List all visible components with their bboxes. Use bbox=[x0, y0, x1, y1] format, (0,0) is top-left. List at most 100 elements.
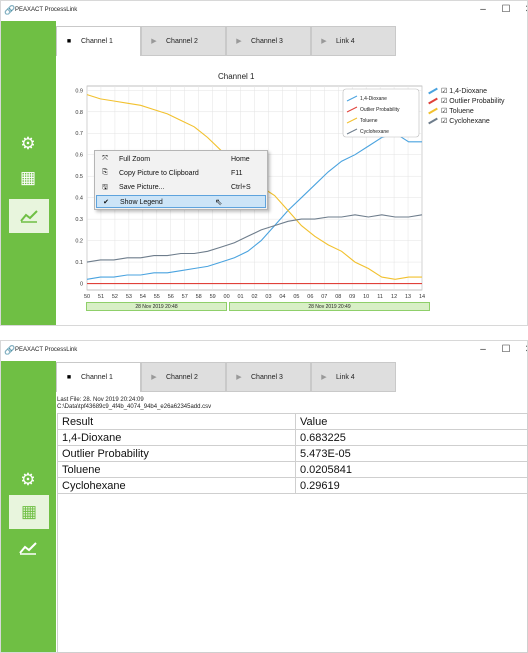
stop-icon: ■ bbox=[66, 38, 72, 45]
menu-item-show-legend[interactable]: ✔ Show Legend ⇖ bbox=[96, 195, 266, 208]
tab-label: Channel 3 bbox=[251, 37, 283, 45]
legend-swatch bbox=[428, 117, 438, 125]
tab-channel-1[interactable]: ■ Channel 1 bbox=[56, 26, 141, 56]
tab-label: Channel 1 bbox=[81, 374, 113, 381]
zoom-icon: ⤧ bbox=[102, 155, 108, 162]
chart-view-button[interactable] bbox=[11, 531, 45, 565]
close-button[interactable]: ✕ bbox=[522, 5, 527, 15]
side-legend-item[interactable]: ☑ Toluene bbox=[428, 106, 505, 116]
y-tick-label: 0 bbox=[80, 282, 83, 288]
legend-swatch bbox=[428, 87, 438, 95]
x-tick-label: 51 bbox=[98, 294, 104, 300]
tab-channel-2[interactable]: ▶ Channel 2 bbox=[141, 26, 226, 56]
menu-item-copy-picture[interactable]: ⎘ Copy Picture to Clipboard F11 bbox=[96, 167, 266, 180]
title-bar: 🔗 PEAXACT ProcessLink – ☐ ✕ bbox=[1, 1, 527, 21]
x-tick-label: 06 bbox=[307, 294, 313, 300]
menu-item-save-picture[interactable]: 🖫 Save Picture... Ctrl+S bbox=[96, 181, 266, 194]
maximize-button[interactable]: ☐ bbox=[499, 5, 513, 15]
legend-label: Outlier Probability bbox=[360, 107, 400, 113]
gear-icon: ⚙ bbox=[20, 134, 36, 153]
tab-channel-3[interactable]: ▶ Channel 3 bbox=[226, 362, 311, 392]
chart-view-button[interactable] bbox=[9, 199, 49, 233]
x-tick-label: 08 bbox=[335, 294, 341, 300]
settings-button[interactable]: ⚙ bbox=[11, 127, 45, 161]
legend-checkbox[interactable]: ☑ bbox=[441, 107, 447, 115]
table-icon: ▦ bbox=[19, 168, 37, 187]
settings-button[interactable]: ⚙ bbox=[11, 463, 45, 497]
menu-item-label: Full Zoom bbox=[119, 156, 151, 163]
y-tick-label: 0.8 bbox=[75, 110, 83, 116]
table-row[interactable]: Outlier Probability 5.473E-05 bbox=[57, 445, 528, 462]
context-menu: ⤧ Full Zoom Home ⎘ Copy Picture to Clipb… bbox=[94, 150, 268, 210]
app-logo-icon: 🔗 bbox=[4, 5, 16, 15]
tab-label: Link 4 bbox=[336, 373, 355, 381]
play-icon: ▶ bbox=[151, 38, 157, 45]
x-tick-label: 10 bbox=[363, 294, 369, 300]
x-tick-label: 11 bbox=[377, 294, 383, 300]
x-tick-label: 56 bbox=[168, 294, 174, 300]
time-segment[interactable]: 28 Nov 2019 20:48 bbox=[86, 302, 227, 311]
tab-link-4[interactable]: ▶ Link 4 bbox=[311, 362, 396, 392]
x-tick-label: 04 bbox=[279, 294, 285, 300]
app-title: PEAXACT ProcessLink bbox=[15, 7, 78, 13]
result-cell: Toluene bbox=[57, 461, 296, 478]
x-tick-label: 12 bbox=[391, 294, 397, 300]
x-tick-label: 00 bbox=[224, 294, 230, 300]
time-navigator[interactable]: 28 Nov 2019 20:48 28 Nov 2019 20:49 bbox=[86, 302, 430, 311]
app-logo-icon: 🔗 bbox=[4, 345, 16, 355]
side-legend-item[interactable]: ☑ Cyclohexane bbox=[428, 116, 505, 126]
menu-item-label: Show Legend bbox=[120, 199, 163, 206]
legend-label: 1,4-Dioxane bbox=[449, 87, 488, 95]
result-cell: Cyclohexane bbox=[57, 477, 296, 494]
menu-item-full-zoom[interactable]: ⤧ Full Zoom Home bbox=[96, 153, 266, 166]
x-tick-label: 09 bbox=[349, 294, 355, 300]
tab-link-4[interactable]: ▶ Link 4 bbox=[311, 26, 396, 56]
menu-item-label: Copy Picture to Clipboard bbox=[119, 170, 199, 177]
column-header-value: Value bbox=[295, 413, 528, 430]
time-segment[interactable]: 28 Nov 2019 20:49 bbox=[229, 302, 430, 311]
legend-checkbox[interactable]: ☑ bbox=[441, 97, 447, 105]
minimize-button[interactable]: – bbox=[476, 345, 490, 355]
maximize-button[interactable]: ☐ bbox=[499, 345, 513, 355]
table-row[interactable]: Cyclohexane 0.29619 bbox=[57, 477, 528, 494]
title-bar: 🔗 PEAXACT ProcessLink – ☐ ✕ bbox=[1, 341, 527, 361]
x-tick-label: 57 bbox=[182, 294, 188, 300]
value-cell: 0.0205841 bbox=[295, 461, 528, 478]
tab-channel-3[interactable]: ▶ Channel 3 bbox=[226, 26, 311, 56]
result-cell: Outlier Probability bbox=[57, 445, 296, 462]
table-empty-area bbox=[57, 493, 528, 653]
table-view-button[interactable]: ▦ bbox=[9, 495, 49, 529]
tab-channel-1[interactable]: ■ Channel 1 bbox=[56, 362, 141, 392]
minimize-button[interactable]: – bbox=[476, 5, 490, 15]
play-icon: ▶ bbox=[321, 374, 327, 381]
menu-item-shortcut: Home bbox=[231, 156, 250, 163]
table-row[interactable]: Toluene 0.0205841 bbox=[57, 461, 528, 478]
close-button[interactable]: ✕ bbox=[522, 345, 527, 355]
tab-channel-2[interactable]: ▶ Channel 2 bbox=[141, 362, 226, 392]
table-view-button[interactable]: ▦ bbox=[11, 161, 45, 195]
result-cell: 1,4-Dioxane bbox=[57, 429, 296, 446]
play-icon: ▶ bbox=[151, 374, 157, 381]
table-row[interactable]: 1,4-Dioxane 0.683225 bbox=[57, 429, 528, 446]
x-tick-label: 54 bbox=[140, 294, 146, 300]
y-tick-label: 0.1 bbox=[75, 260, 83, 266]
column-header-result: Result bbox=[57, 413, 296, 430]
menu-item-label: Save Picture... bbox=[119, 184, 165, 191]
table-header-row: Result Value bbox=[57, 413, 528, 430]
tab-label: Channel 2 bbox=[166, 373, 198, 381]
value-cell: 0.29619 bbox=[295, 477, 528, 494]
side-legend-item[interactable]: ☑ Outlier Probability bbox=[428, 96, 505, 106]
chart-icon bbox=[19, 542, 37, 555]
side-legend-item[interactable]: ☑ 1,4-Dioxane bbox=[428, 86, 505, 96]
legend-checkbox[interactable]: ☑ bbox=[441, 117, 447, 125]
legend-checkbox[interactable]: ☑ bbox=[441, 87, 447, 95]
y-tick-label: 0.9 bbox=[75, 88, 83, 94]
menu-item-shortcut: F11 bbox=[231, 170, 243, 177]
tab-label: Channel 3 bbox=[251, 373, 283, 381]
stop-icon: ■ bbox=[66, 374, 72, 381]
check-icon: ✔ bbox=[103, 199, 109, 206]
y-tick-label: 0.2 bbox=[75, 239, 83, 245]
table-icon: ▦ bbox=[20, 502, 38, 521]
x-tick-label: 01 bbox=[237, 294, 243, 300]
legend-label: Toluene bbox=[360, 118, 378, 124]
